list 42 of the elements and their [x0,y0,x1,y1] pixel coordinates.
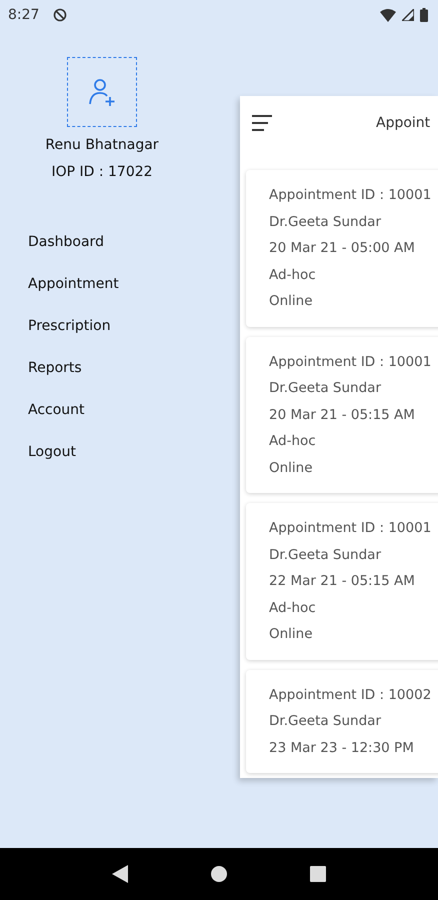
appointment-id: Appointment ID : 10001 [269,352,432,372]
appointment-time: 20 Mar 21 - 05:00 AM [269,239,416,258]
appointment-time: 22 Mar 21 - 05:15 AM [269,572,416,591]
battery-icon [420,8,428,22]
menu-icon[interactable] [252,114,272,132]
doctor-name: Dr.Geeta Sundar [269,712,382,731]
do-not-disturb-icon [53,8,68,22]
recents-icon[interactable] [310,866,326,882]
appointment-type: Ad-hoc [269,432,317,451]
drawer-item[interactable]: Logout [28,440,76,464]
user-name: Renu Bhatnagar [45,137,159,153]
drawer-item[interactable]: Prescription [28,314,111,338]
appointment-mode: Online [269,292,314,311]
doctor-name: Dr.Geeta Sundar [269,379,382,398]
add-photo-button[interactable] [67,57,137,127]
appointment-type: Ad-hoc [269,266,317,284]
drawer-item[interactable]: Reports [28,356,82,380]
appointment-time: 23 Mar 23 - 12:30 PM [269,738,415,758]
appointment-id: Appointment ID : 10001 [269,186,432,205]
signal-icon [402,9,414,21]
appointment-time: 20 Mar 21 - 05:15 AM [269,406,416,424]
appointment-id: Appointment ID : 10001 [269,519,432,538]
appointment-card[interactable]: Appointment ID : 10001 Dr.Geeta Sundar 20 Mar 21 - 05:00 AM Ad-hoc Online [246,170,438,326]
add-user-icon [87,77,117,107]
appointment-card[interactable]: Appointment ID : 10001 Dr.Geeta Sundar 20 Mar 21 - 05:15 AM Ad-hoc Online [246,336,438,493]
back-icon[interactable] [112,865,128,883]
wifi-icon [380,8,396,22]
appointment-mode: Online [269,458,314,478]
appointment-card[interactable]: Appointment ID : 10001 Dr.Geeta Sundar 22 Mar 21 - 05:15 AM Ad-hoc Online [246,503,438,660]
screen-title: Appoint [376,115,430,131]
user-id: IOP ID : 17022 [51,164,153,180]
drawer-item[interactable]: Dashboard [28,230,104,254]
drawer-item[interactable]: Appointment [28,272,119,296]
appointment-type: Ad-hoc [269,598,317,618]
appointment-card[interactable]: Appointment ID : 10002 Dr.Geeta Sundar 23 Mar 23 - 12:30 PM [246,670,438,773]
doctor-name: Dr.Geeta Sundar [269,546,382,564]
status-time: 8:27 [8,7,40,23]
home-icon[interactable] [210,866,227,882]
doctor-name: Dr.Geeta Sundar [269,212,382,232]
appointment-id: Appointment ID : 10002 [269,686,432,704]
drawer-item[interactable]: Account [28,398,85,422]
appointment-mode: Online [269,625,314,644]
